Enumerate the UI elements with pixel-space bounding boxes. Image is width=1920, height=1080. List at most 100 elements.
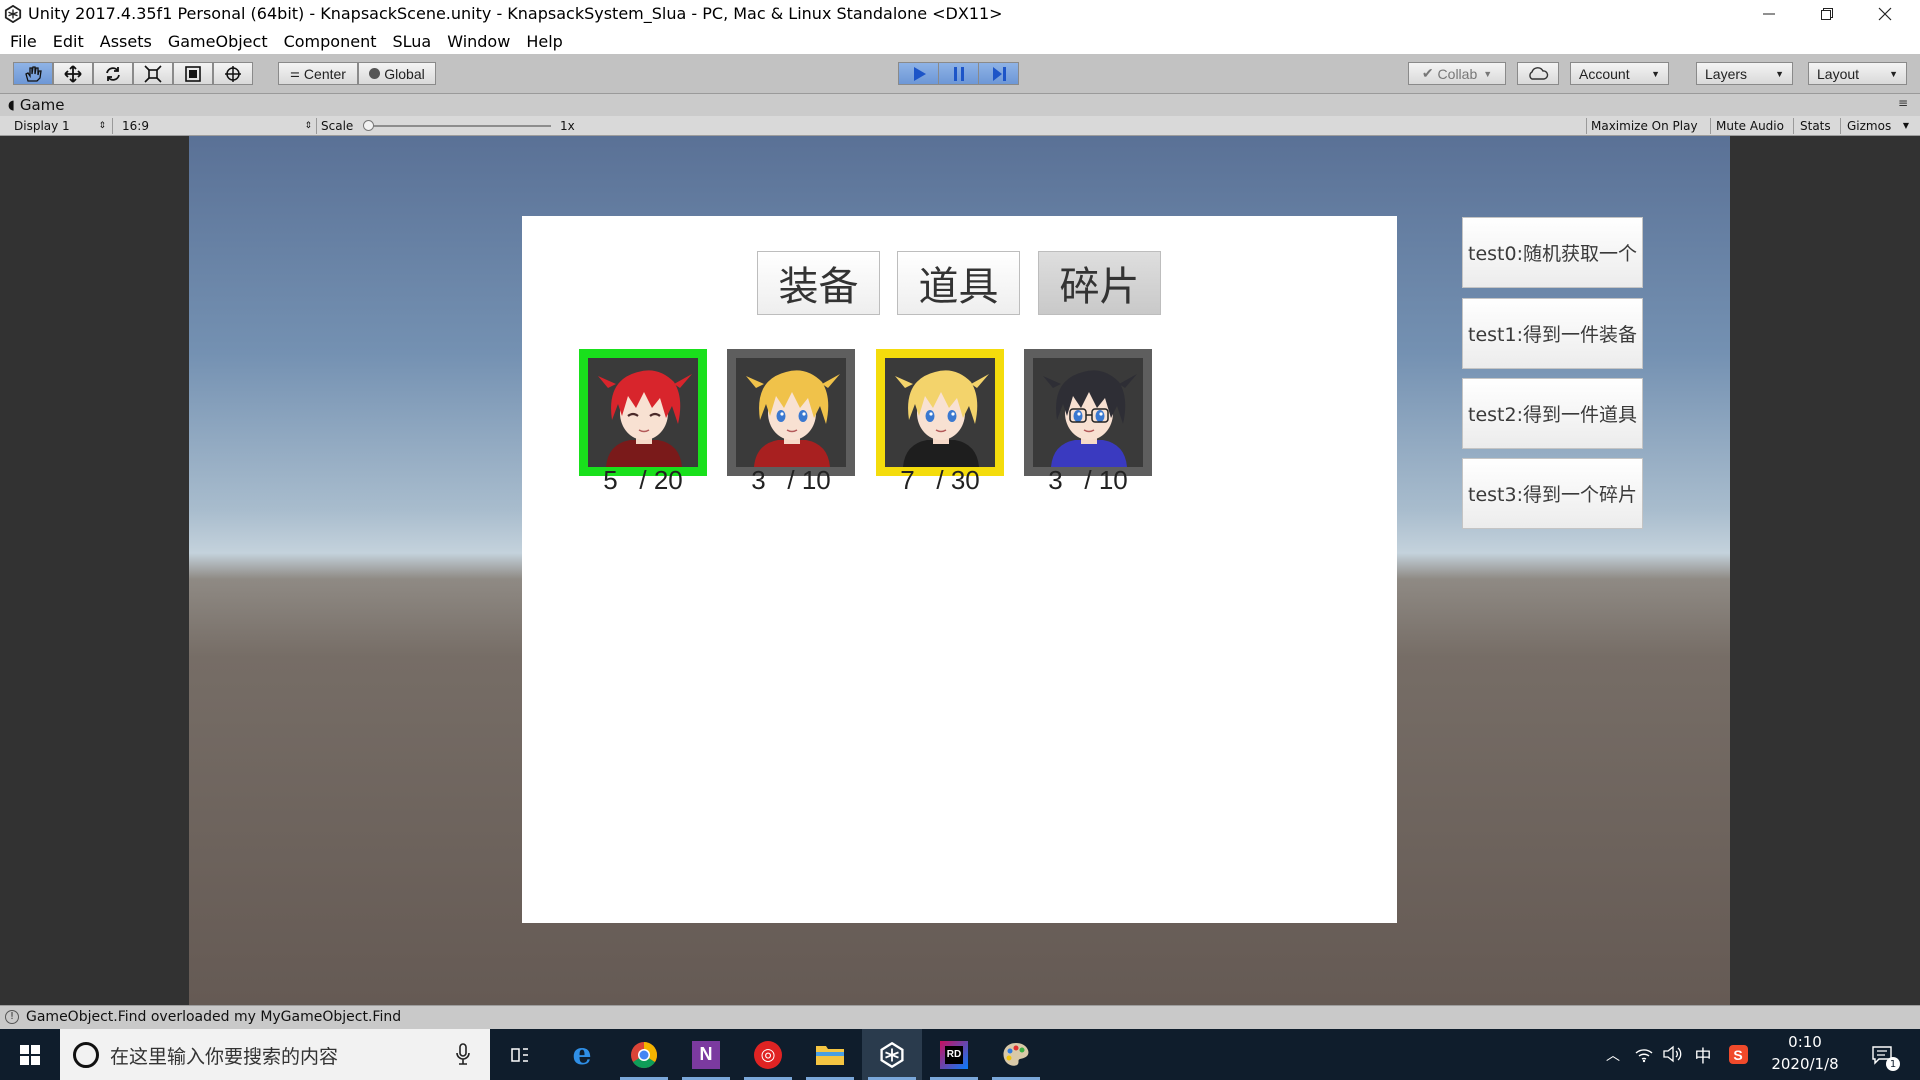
account-dropdown[interactable]: Account ▼ xyxy=(1570,62,1669,85)
layout-label: Layout xyxy=(1817,65,1860,82)
taskbar-app-unity[interactable] xyxy=(862,1029,922,1080)
clock-date[interactable]: 2020/1/8 xyxy=(1762,1055,1848,1073)
close-button[interactable] xyxy=(1856,0,1914,28)
aspect-label: 16:9 xyxy=(122,118,149,133)
menu-file[interactable]: File xyxy=(2,32,45,51)
rotate-tool-button[interactable] xyxy=(93,62,133,85)
taskbar-app-edge[interactable]: e xyxy=(552,1029,612,1080)
menu-window[interactable]: Window xyxy=(439,32,518,51)
taskbar-app-rider[interactable]: RD xyxy=(924,1029,984,1080)
item-slot[interactable]: 3 / 10 xyxy=(727,349,855,495)
scale-slider-track[interactable] xyxy=(366,125,551,127)
minimize-icon xyxy=(1763,13,1775,15)
test0-random-button[interactable]: test0:随机获取一个 xyxy=(1462,217,1643,288)
pivot-space-label: Global xyxy=(384,65,425,82)
display-dropdown[interactable]: Display 1 ⇕ xyxy=(14,116,106,135)
taskbar-app-netease-music[interactable]: ◎ xyxy=(738,1029,798,1080)
volume-icon[interactable] xyxy=(1662,1045,1682,1063)
transform-tool-button[interactable] xyxy=(213,62,253,85)
character-portrait xyxy=(1033,358,1143,467)
scale-tool-button[interactable] xyxy=(133,62,173,85)
layers-dropdown[interactable]: Layers ▼ xyxy=(1696,62,1793,85)
account-label: Account xyxy=(1579,65,1630,82)
clock-time[interactable]: 0:10 xyxy=(1762,1033,1848,1051)
character-portrait xyxy=(885,358,995,467)
move-icon xyxy=(64,64,82,83)
restore-button[interactable] xyxy=(1798,0,1856,28)
menu-edit[interactable]: Edit xyxy=(45,32,92,51)
divider xyxy=(1586,118,1587,134)
item-slot[interactable]: 7 / 30 xyxy=(876,349,1004,495)
pause-icon xyxy=(953,66,964,81)
network-wifi-icon[interactable] xyxy=(1634,1045,1654,1063)
start-button[interactable] xyxy=(0,1029,60,1080)
ime-indicator[interactable]: 中 xyxy=(1690,1029,1716,1080)
layout-dropdown[interactable]: Layout ▼ xyxy=(1808,62,1907,85)
minimize-button[interactable] xyxy=(1740,0,1798,28)
pause-button[interactable] xyxy=(938,62,979,85)
checkmark-icon: ✔ xyxy=(1421,65,1434,81)
show-hidden-icons-chevron-icon[interactable]: ︿ xyxy=(1600,1029,1626,1080)
sogou-icon: S xyxy=(1728,1045,1748,1064)
tab-fragments[interactable]: 碎片 xyxy=(1038,251,1161,315)
anime-character-icon xyxy=(895,370,989,467)
maximize-on-play-toggle[interactable]: Maximize On Play xyxy=(1591,116,1698,135)
menu-gameobject[interactable]: GameObject xyxy=(160,32,276,51)
step-icon xyxy=(992,66,1006,81)
aspect-dropdown[interactable]: 16:9 ⇕ xyxy=(122,116,312,135)
tab-menu-icon[interactable]: ≡ xyxy=(1898,96,1908,110)
item-slot[interactable]: 3 / 10 xyxy=(1024,349,1152,495)
updown-arrows-icon: ⇕ xyxy=(304,120,312,131)
item-slot[interactable]: 5 / 20 xyxy=(579,349,707,495)
pacman-game-icon: ◖ xyxy=(8,97,15,113)
hand-tool-button[interactable] xyxy=(13,62,53,85)
anime-character-icon xyxy=(598,370,692,467)
cloud-button[interactable] xyxy=(1517,62,1559,85)
item-count: 3 / 10 xyxy=(751,465,831,495)
action-center-button[interactable]: 1 xyxy=(1862,1029,1902,1080)
gizmos-label: Gizmos xyxy=(1847,118,1892,133)
gizmos-dropdown[interactable]: Gizmos ▼ xyxy=(1847,116,1909,135)
netease-music-icon: ◎ xyxy=(754,1040,782,1069)
menu-assets[interactable]: Assets xyxy=(92,32,160,51)
menu-slua[interactable]: SLua xyxy=(384,32,439,51)
chevron-down-icon: ▼ xyxy=(1889,68,1898,79)
step-button[interactable] xyxy=(978,62,1019,85)
taskbar-search-box[interactable]: 在这里输入你要搜索的内容 xyxy=(60,1029,490,1080)
transform-icon xyxy=(225,65,241,82)
test3-fragment-button[interactable]: test3:得到一个碎片 xyxy=(1462,458,1643,529)
character-portrait xyxy=(736,358,846,467)
task-view-button[interactable] xyxy=(490,1029,550,1080)
pivot-mode-button[interactable]: ⚌ Center xyxy=(278,62,358,85)
tab-equipment[interactable]: 装备 xyxy=(757,251,880,315)
chevron-down-icon: ▼ xyxy=(1483,68,1493,79)
sogou-input-tray[interactable]: S xyxy=(1725,1029,1751,1080)
taskbar-app-paint[interactable] xyxy=(986,1029,1046,1080)
pivot-space-button[interactable]: Global xyxy=(358,62,436,85)
tab-items[interactable]: 道具 xyxy=(897,251,1020,315)
test2-item-button[interactable]: test2:得到一件道具 xyxy=(1462,378,1643,449)
mute-audio-toggle[interactable]: Mute Audio xyxy=(1716,116,1784,135)
play-button[interactable] xyxy=(898,62,939,85)
taskbar-app-chrome[interactable] xyxy=(614,1029,674,1080)
taskbar-app-file-explorer[interactable] xyxy=(800,1029,860,1080)
unity-logo-icon xyxy=(4,5,22,23)
rect-tool-button[interactable] xyxy=(173,62,213,85)
stats-toggle[interactable]: Stats xyxy=(1800,116,1831,135)
microphone-icon[interactable] xyxy=(455,1043,471,1067)
taskbar-app-onenote[interactable]: N xyxy=(676,1029,736,1080)
divider xyxy=(1840,118,1841,134)
onenote-icon: N xyxy=(692,1040,720,1069)
display-label: Display 1 xyxy=(14,118,70,133)
move-tool-button[interactable] xyxy=(53,62,93,85)
menu-component[interactable]: Component xyxy=(276,32,385,51)
collab-button[interactable]: ✔ Collab ▼ xyxy=(1408,62,1506,85)
scale-slider-thumb[interactable] xyxy=(363,120,374,131)
console-message[interactable]: GameObject.Find overloaded my MyGameObje… xyxy=(26,1009,401,1025)
edge-icon: e xyxy=(572,1037,592,1072)
play-icon xyxy=(913,66,926,81)
menu-help[interactable]: Help xyxy=(518,32,570,51)
test1-equipment-button[interactable]: test1:得到一件装备 xyxy=(1462,298,1643,369)
info-icon: ! xyxy=(5,1010,19,1024)
tab-game[interactable]: ◖ Game xyxy=(8,94,65,116)
